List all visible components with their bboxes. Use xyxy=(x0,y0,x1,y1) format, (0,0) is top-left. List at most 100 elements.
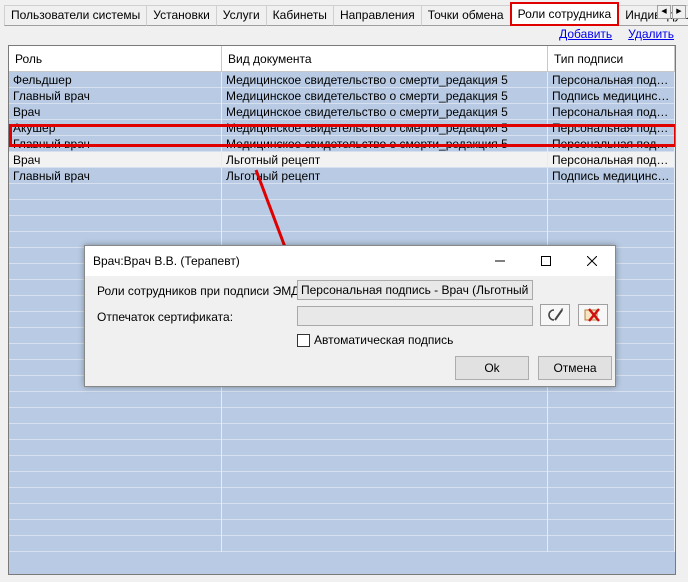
tab-employee-roles[interactable]: Роли сотрудника xyxy=(509,2,620,26)
empty-cell xyxy=(9,536,222,552)
empty-cell xyxy=(222,520,548,536)
clear-certificate-button[interactable] xyxy=(578,304,608,326)
empty-row xyxy=(9,488,675,504)
tab-services[interactable]: Услуги xyxy=(215,5,267,26)
empty-cell xyxy=(9,408,222,424)
tab-settings[interactable]: Установки xyxy=(146,5,217,26)
tab-exchange-points[interactable]: Точки обмена xyxy=(420,5,511,26)
empty-cell xyxy=(222,424,548,440)
delete-certificate-icon xyxy=(584,308,600,322)
empty-cell xyxy=(222,392,548,408)
empty-row xyxy=(9,216,675,232)
cell-document-type: Медицинское свидетельство о смерти_редак… xyxy=(222,120,548,136)
cell-signature-type: Персональная подпись xyxy=(548,136,675,152)
empty-row xyxy=(9,504,675,520)
cell-role: Акушер xyxy=(9,120,222,136)
role-dialog: Врач:Врач В.В. (Терапевт) Роли сотрудник… xyxy=(84,245,616,387)
empty-row xyxy=(9,440,675,456)
column-header-document-type[interactable]: Вид документа xyxy=(222,46,548,72)
select-certificate-button[interactable] xyxy=(540,304,570,326)
ok-button[interactable]: Ok xyxy=(455,356,529,380)
maximize-icon[interactable] xyxy=(523,246,569,276)
empty-cell xyxy=(9,504,222,520)
empty-cell xyxy=(222,488,548,504)
empty-cell xyxy=(548,488,675,504)
cell-signature-type: Персональная подпись xyxy=(548,120,675,136)
empty-cell xyxy=(9,184,222,200)
cell-document-type: Льготный рецепт xyxy=(222,152,548,168)
auto-sign-option[interactable]: Автоматическая подпись xyxy=(297,333,453,347)
empty-cell xyxy=(548,520,675,536)
roles-label: Роли сотрудников при подписи ЭМД: xyxy=(97,284,303,298)
table-row[interactable]: Главный врач Льготный рецепт Подпись медиц… xyxy=(9,168,675,184)
cell-signature-type: Подпись медицинской организации xyxy=(548,168,675,184)
table-row[interactable]: Фельдшер Медицинское свидетельство о смер… xyxy=(9,72,675,88)
table-row[interactable]: Главный врач Медицинское свидетельство о … xyxy=(9,136,675,152)
cell-document-type: Медицинское свидетельство о смерти_редак… xyxy=(222,72,548,88)
tab-scroll-right-icon[interactable]: ▶ xyxy=(672,5,686,19)
dialog-title: Врач:Врач В.В. (Терапевт) xyxy=(93,254,240,268)
cell-role: Главный врач xyxy=(9,168,222,184)
cancel-button[interactable]: Отмена xyxy=(538,356,612,380)
tab-scroll-left-icon[interactable]: ◀ xyxy=(657,5,671,19)
dialog-titlebar: Врач:Врач В.В. (Терапевт) xyxy=(85,246,615,276)
empty-cell xyxy=(548,536,675,552)
cell-document-type: Медицинское свидетельство о смерти_редак… xyxy=(222,88,548,104)
table-row[interactable]: Врач Медицинское свидетельство о смерти_р… xyxy=(9,104,675,120)
empty-row xyxy=(9,424,675,440)
cell-role: Врач xyxy=(9,152,222,168)
empty-row xyxy=(9,472,675,488)
tab-strip: Пользователи системы Установки Услуги Ка… xyxy=(0,0,688,26)
column-header-signature-type[interactable]: Тип подписи xyxy=(548,46,675,72)
cell-role: Врач xyxy=(9,104,222,120)
tab-directions[interactable]: Направления xyxy=(332,5,422,26)
empty-cell xyxy=(222,536,548,552)
cell-role: Главный врач xyxy=(9,136,222,152)
add-link[interactable]: Добавить xyxy=(559,26,612,42)
empty-row xyxy=(9,408,675,424)
empty-cell xyxy=(222,408,548,424)
empty-row xyxy=(9,520,675,536)
empty-row xyxy=(9,184,675,200)
empty-cell xyxy=(548,440,675,456)
empty-cell xyxy=(222,456,548,472)
tab-users[interactable]: Пользователи системы xyxy=(4,5,148,26)
column-header-role[interactable]: Роль xyxy=(9,46,222,72)
table-row[interactable]: Главный врач Медицинское свидетельство о … xyxy=(9,88,675,104)
auto-sign-checkbox[interactable] xyxy=(297,333,310,347)
empty-cell xyxy=(548,424,675,440)
empty-row xyxy=(9,392,675,408)
empty-row xyxy=(9,456,675,472)
empty-cell xyxy=(548,504,675,520)
empty-cell xyxy=(9,472,222,488)
edit-certificate-icon xyxy=(548,308,563,321)
empty-cell xyxy=(222,504,548,520)
roles-field[interactable]: Персональная подпись - Врач (Льготный ре… xyxy=(297,280,533,300)
grid-actions: Добавить Удалить xyxy=(559,26,674,42)
cell-role: Главный врач xyxy=(9,88,222,104)
cell-role: Фельдшер xyxy=(9,72,222,88)
table-row[interactable]: Акушер Медицинское свидетельство о смерти… xyxy=(9,120,675,136)
empty-cell xyxy=(222,200,548,216)
cell-signature-type: Персональная подпись xyxy=(548,104,675,120)
empty-cell xyxy=(9,456,222,472)
delete-link[interactable]: Удалить xyxy=(628,26,674,42)
cell-document-type: Льготный рецепт xyxy=(222,168,548,184)
minimize-icon[interactable] xyxy=(477,246,523,276)
empty-cell xyxy=(9,392,222,408)
empty-row xyxy=(9,200,675,216)
cell-signature-type: Персональная подпись xyxy=(548,152,675,168)
empty-cell xyxy=(548,200,675,216)
tab-cabinets[interactable]: Кабинеты xyxy=(265,5,334,26)
empty-cell xyxy=(9,488,222,504)
empty-cell xyxy=(9,520,222,536)
close-icon[interactable] xyxy=(569,246,615,276)
empty-cell xyxy=(548,456,675,472)
table-row[interactable]: Врач Льготный рецепт Персональная подпись xyxy=(9,152,675,168)
certificate-label: Отпечаток сертификата: xyxy=(97,310,234,324)
certificate-field[interactable] xyxy=(297,306,533,326)
cell-signature-type: Персональная подпись xyxy=(548,72,675,88)
empty-cell xyxy=(222,472,548,488)
tabs: Пользователи системы Установки Услуги Ка… xyxy=(4,2,688,26)
empty-cell xyxy=(548,408,675,424)
